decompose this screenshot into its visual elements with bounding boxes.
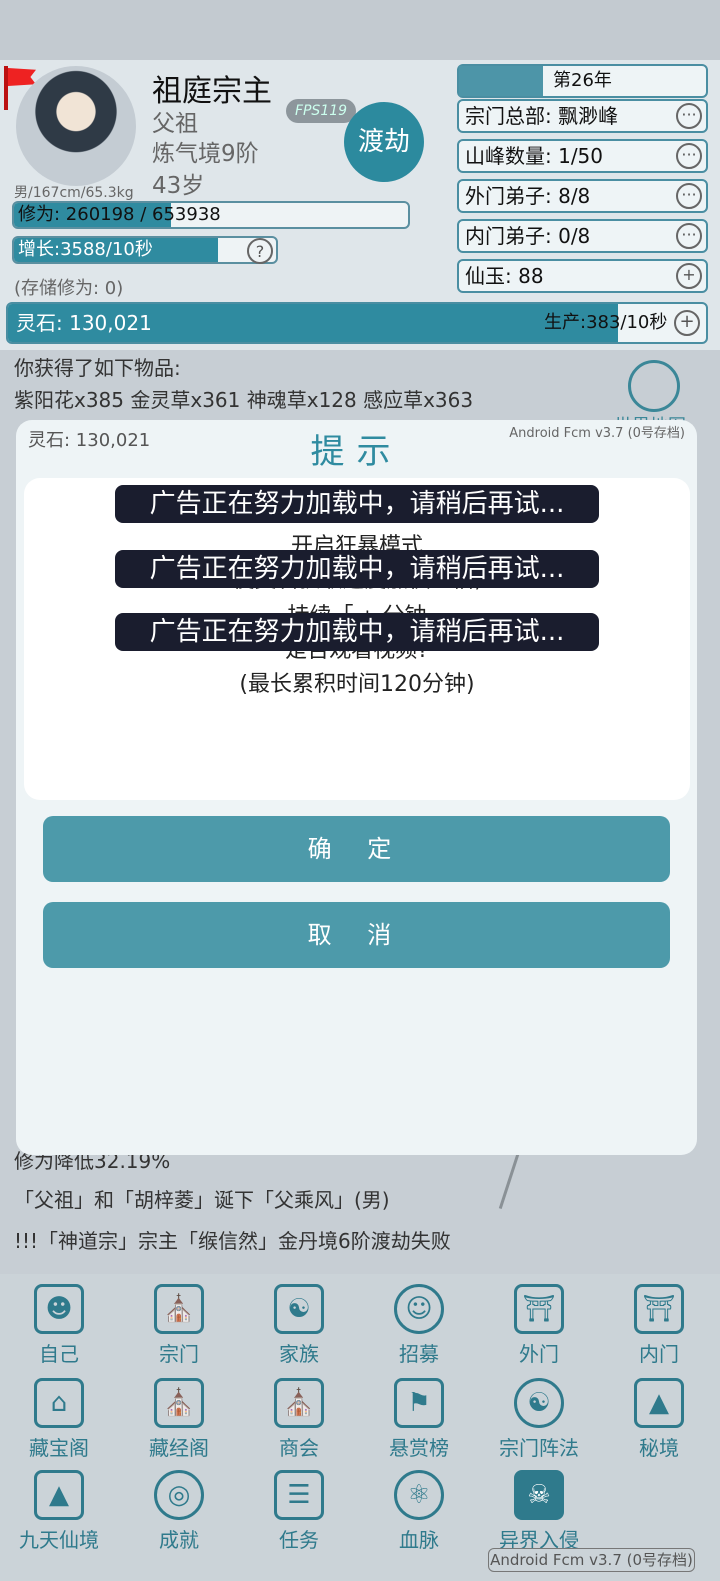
flag-icon [4, 66, 8, 110]
more-icon[interactable]: ··· [676, 103, 702, 129]
nav-inner[interactable]: ⛩ 内门 [600, 1284, 718, 1367]
character-age: 43岁 [152, 173, 205, 199]
outer-disciples-box[interactable]: 外门弟子: 8/8 ··· [457, 179, 708, 213]
banner-icon: ⚑ [394, 1378, 444, 1428]
family-tree-icon: ☯ [274, 1284, 324, 1334]
nav-self[interactable]: ☻ 自己 [0, 1284, 118, 1367]
more-icon[interactable]: ··· [676, 143, 702, 169]
peaks-label: 山峰数量: 1/50 [465, 144, 604, 168]
temple-icon: ⛪ [154, 1284, 204, 1334]
year-box: 第26年 [457, 64, 708, 98]
growth-text: 增长:3588/10秒 [18, 239, 153, 260]
nav-family[interactable]: ☯ 家族 [240, 1284, 358, 1367]
target-icon: ◎ [154, 1470, 204, 1520]
nav-formation[interactable]: ☯ 宗门阵法 [480, 1378, 598, 1461]
nav-bloodline[interactable]: ⚛ 血脉 [360, 1470, 478, 1553]
plus-icon[interactable]: + [676, 263, 702, 289]
nav-bounty[interactable]: ⚑ 悬赏榜 [360, 1378, 478, 1461]
stored-cultivation: (存储修为: 0) [14, 278, 124, 299]
top-bar [0, 0, 720, 60]
version-label: Android Fcm v3.7 (0号存档) [488, 1548, 695, 1572]
crack-decoration [498, 1151, 521, 1209]
outer-disciples-label: 外门弟子: 8/8 [465, 184, 591, 208]
nav-achievement[interactable]: ◎ 成就 [120, 1470, 238, 1553]
nav-secret-realm[interactable]: ▲ 秘境 [600, 1378, 718, 1461]
mountain-icon: ▲ [634, 1378, 684, 1428]
nav-treasure[interactable]: ⌂ 藏宝阁 [0, 1378, 118, 1461]
fps-badge: FPS119 [286, 99, 356, 123]
inner-disciples-label: 内门弟子: 0/8 [465, 224, 591, 248]
recruit-icon: ☺ [394, 1284, 444, 1334]
toast-message: 广告正在努力加载中，请稍后再试... [115, 550, 599, 588]
nav-sect[interactable]: ⛪ 宗门 [120, 1284, 238, 1367]
more-icon[interactable]: ··· [676, 223, 702, 249]
log-line: 「父祖」和「胡梓菱」诞下「父乘风」(男) [14, 1188, 390, 1212]
jade-label: 仙玉: 88 [465, 264, 544, 288]
shop-icon: ⛪ [274, 1378, 324, 1428]
nav-library[interactable]: ⛪ 藏经阁 [120, 1378, 238, 1461]
bagua-icon: ☯ [514, 1378, 564, 1428]
globe-icon[interactable] [628, 360, 680, 412]
gender-info: 男/167cm/65.3kg [14, 185, 134, 201]
dujie-button[interactable]: 渡劫 [344, 102, 424, 182]
year-label: 第26年 [553, 70, 612, 91]
log-line: 你获得了如下物品: [14, 356, 181, 380]
year-progress-fill [459, 66, 543, 96]
nav-tasks[interactable]: ☰ 任务 [240, 1470, 358, 1553]
log-line: 紫阳花x385 金灵草x361 神魂草x128 感应草x363 [14, 388, 474, 412]
plus-icon[interactable]: + [674, 310, 700, 336]
house-icon: ⌂ [34, 1378, 84, 1428]
demon-icon: ☠ [514, 1470, 564, 1520]
lingshi-production: 生产:383/10秒 [544, 312, 668, 333]
prompt-dialog: 灵石: 130,021 提示 Android Fcm v3.7 (0号存档) 开… [16, 420, 697, 1155]
hq-box[interactable]: 宗门总部: 飘渺峰 ··· [457, 99, 708, 133]
cultivation-text: 修为: 260198 / 653938 [18, 204, 221, 225]
growth-bar: 增长:3588/10秒 [12, 236, 278, 264]
dialog-version: Android Fcm v3.7 (0号存档) [509, 426, 685, 441]
nav-outer[interactable]: ⛩ 外门 [480, 1284, 598, 1367]
avatar[interactable] [16, 66, 136, 186]
peaks-box[interactable]: 山峰数量: 1/50 ··· [457, 139, 708, 173]
nav-shop[interactable]: ⛪ 商会 [240, 1378, 358, 1461]
nav-recruit[interactable]: ☺ 招募 [360, 1284, 478, 1367]
inner-disciples-box[interactable]: 内门弟子: 0/8 ··· [457, 219, 708, 253]
character-realm: 炼气境9阶 [152, 141, 259, 167]
cultivation-bar: 修为: 260198 / 653938 [12, 201, 410, 229]
person-icon: ☻ [34, 1284, 84, 1334]
toast-message: 广告正在努力加载中，请稍后再试... [115, 613, 599, 651]
lingshi-label: 灵石: 130,021 [16, 311, 152, 335]
clipboard-icon: ☰ [274, 1470, 324, 1520]
dialog-line: (最长累积时间120分钟) [239, 672, 475, 697]
character-title: 父祖 [152, 111, 198, 137]
gate-icon: ⛩ [514, 1284, 564, 1334]
atom-icon: ⚛ [394, 1470, 444, 1520]
nav-nine-heavens[interactable]: ▲ 九天仙境 [0, 1470, 118, 1553]
cancel-button[interactable]: 取 消 [43, 902, 670, 968]
pavilion-icon: ⛩ [634, 1284, 684, 1334]
peaks-icon: ▲ [34, 1470, 84, 1520]
toast-message: 广告正在努力加载中，请稍后再试... [115, 485, 599, 523]
log-line: !!!「神道宗」宗主「缑信然」金丹境6阶渡劫失败 [14, 1229, 451, 1253]
jade-box[interactable]: 仙玉: 88 + [457, 259, 708, 293]
lingshi-bar: 灵石: 130,021 生产:383/10秒 + [6, 302, 708, 344]
more-icon[interactable]: ··· [676, 183, 702, 209]
hq-label: 宗门总部: 飘渺峰 [465, 104, 619, 128]
confirm-button[interactable]: 确 定 [43, 816, 670, 882]
nav-invasion[interactable]: ☠ 异界入侵 [480, 1470, 598, 1553]
help-icon[interactable]: ? [247, 238, 273, 264]
pagoda-icon: ⛪ [154, 1378, 204, 1428]
